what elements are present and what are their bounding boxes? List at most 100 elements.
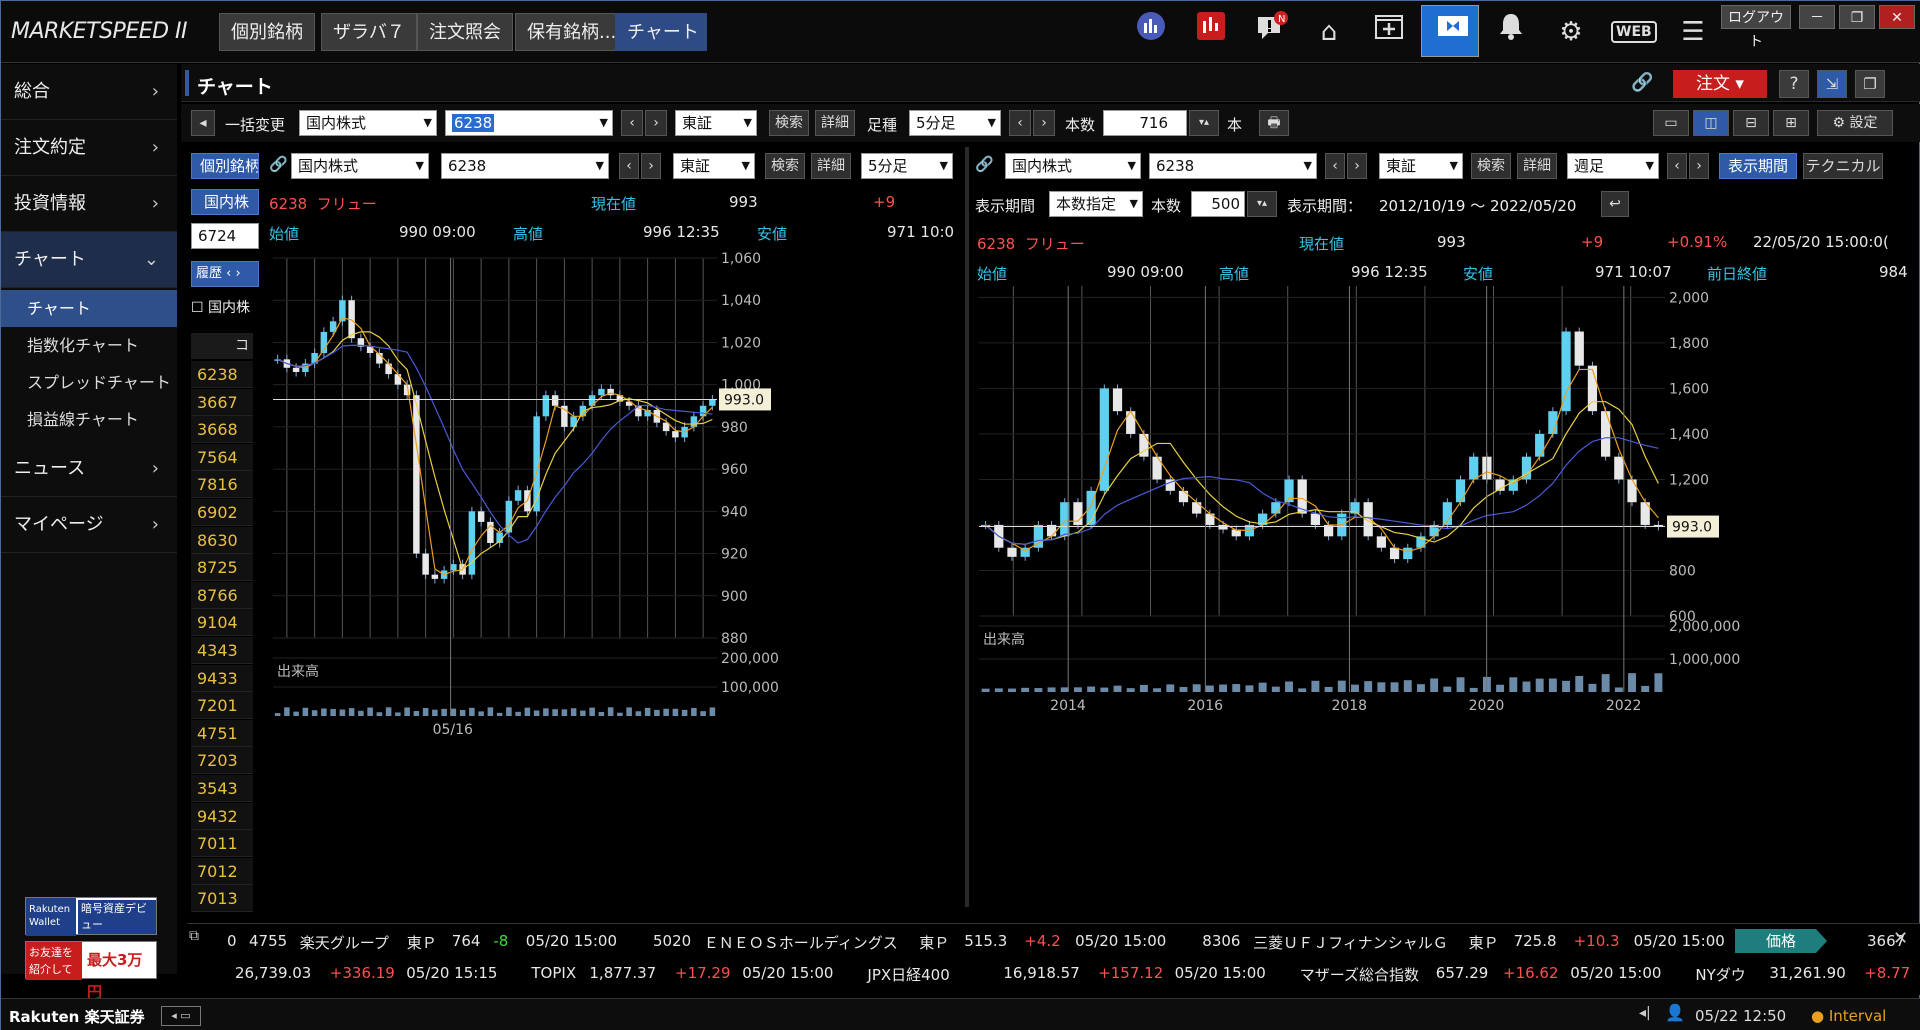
news-icon[interactable]: N xyxy=(1249,11,1293,53)
watch-list-item[interactable]: 8766 xyxy=(191,581,253,609)
home-icon[interactable]: ⌂ xyxy=(1307,11,1351,53)
right-detail-button[interactable]: 詳細 xyxy=(1517,153,1557,179)
watch-list-item[interactable]: 7011 xyxy=(191,830,253,858)
tab-individual-stock[interactable]: 個別銘柄 xyxy=(219,13,315,51)
next-icon[interactable]: › xyxy=(1689,153,1709,179)
right-search-button[interactable]: 検索 xyxy=(1471,153,1511,179)
sidebar-item-news[interactable]: ニュース › xyxy=(1,441,177,497)
watch-list-item[interactable]: 4751 xyxy=(191,719,253,747)
collapse-icon[interactable]: ◂ xyxy=(191,110,215,136)
technical-button[interactable]: テクニカル xyxy=(1803,153,1883,179)
market-select[interactable]: 国内株式 ▼ xyxy=(299,110,437,136)
tab-chart[interactable]: チャート xyxy=(615,13,707,51)
layout-split-h-icon[interactable]: ⊟ xyxy=(1733,110,1769,136)
period-button[interactable]: 表示期間 xyxy=(1719,153,1797,179)
settings-button[interactable]: ⚙ 設定 xyxy=(1817,110,1893,136)
code-input[interactable]: 6238 ▼ xyxy=(445,110,613,136)
market-icon[interactable] xyxy=(1129,11,1173,53)
referral-banner[interactable]: お友達を紹介して 最大3万円 xyxy=(25,941,157,1001)
watch-list-item[interactable]: 3543 xyxy=(191,775,253,802)
watch-list-item[interactable]: 3667 xyxy=(191,388,253,416)
help-button[interactable]: ? xyxy=(1779,70,1809,98)
watch-list-item[interactable]: 7012 xyxy=(191,857,253,885)
layout-single-icon[interactable]: ▭ xyxy=(1653,110,1689,136)
screen-icon[interactable] xyxy=(1421,5,1479,57)
left-code-input[interactable]: 6238 ▼ xyxy=(441,153,609,179)
count-input[interactable]: 716 xyxy=(1103,110,1187,136)
watch-list-item[interactable]: 7013 xyxy=(191,885,253,913)
next-icon[interactable]: › xyxy=(645,110,667,136)
watch-list-item[interactable]: 7564 xyxy=(191,443,253,471)
ticker-window-icon[interactable]: ⧉ xyxy=(189,928,199,944)
reset-icon[interactable]: ↩ xyxy=(1601,191,1629,217)
watch-list-item[interactable]: 4343 xyxy=(191,637,253,664)
right-code-input[interactable]: 6238 ▼ xyxy=(1149,153,1317,179)
history-button[interactable]: 履歴 ‹ › xyxy=(191,261,259,287)
watch-list-item[interactable]: 8725 xyxy=(191,554,253,582)
tab-order-inquiry[interactable]: 注文照会 xyxy=(417,13,513,51)
left-candlestick-chart[interactable]: 1,0601,0401,0201,00098096094092090088099… xyxy=(263,246,963,911)
period-count-input[interactable]: 500 xyxy=(1191,191,1245,217)
ranking-icon[interactable] xyxy=(1189,11,1233,53)
volume-icon[interactable]: ◂| xyxy=(1639,1005,1651,1021)
watch-list-item[interactable]: 7816 xyxy=(191,471,253,499)
status-toggle-icon[interactable]: ◂ ▭ xyxy=(161,1006,201,1026)
next-icon[interactable]: › xyxy=(641,153,661,179)
tab-zaraba[interactable]: ザラバ７ xyxy=(321,13,417,51)
close-button[interactable]: ✕ xyxy=(1879,5,1915,29)
next-icon[interactable]: › xyxy=(1347,153,1367,179)
popout-icon[interactable]: ⇲ xyxy=(1817,70,1847,98)
restore-button[interactable]: ❐ xyxy=(1839,5,1875,29)
next-icon[interactable]: › xyxy=(1033,110,1055,136)
watch-list-item[interactable]: 3668 xyxy=(191,416,253,444)
prev-icon[interactable]: ‹ xyxy=(621,110,643,136)
right-market-select[interactable]: 国内株式 ▼ xyxy=(1005,153,1141,179)
sidebar-sub-index-chart[interactable]: 指数化チャート xyxy=(1,327,177,364)
prev-icon[interactable]: ‹ xyxy=(1667,153,1687,179)
exchange-select[interactable]: 東証 ▼ xyxy=(675,110,757,136)
right-exchange-select[interactable]: 東証 ▼ xyxy=(1379,153,1463,179)
sidebar-sub-pl-chart[interactable]: 損益線チャート xyxy=(1,401,177,438)
link-icon[interactable]: 🔗 xyxy=(975,155,994,173)
right-candlestick-chart[interactable]: 2,0001,8001,6001,4001,2001,000800600993.… xyxy=(969,286,1920,911)
sidebar-item-summary[interactable]: 総合 › xyxy=(1,64,177,120)
interval-indicator[interactable]: ● Interval xyxy=(1811,1007,1886,1025)
count-stepper[interactable]: ▾▴ xyxy=(1189,110,1219,136)
sidebar-item-info[interactable]: 投資情報 › xyxy=(1,176,177,232)
watch-code-input[interactable]: 6724 xyxy=(191,223,259,249)
bell-icon[interactable] xyxy=(1489,11,1533,53)
order-button[interactable]: 注文 ▾ xyxy=(1673,70,1767,98)
watch-list-item[interactable]: 9433 xyxy=(191,664,253,692)
watch-list-item[interactable]: 9432 xyxy=(191,802,253,830)
layout-quad-icon[interactable]: ⊞ xyxy=(1773,110,1809,136)
period-mode-select[interactable]: 本数指定 ▼ xyxy=(1049,191,1143,217)
watch-list-item[interactable]: 7201 xyxy=(191,692,253,720)
price-tag[interactable]: 価格 xyxy=(1735,929,1827,953)
search-button[interactable]: 検索 xyxy=(769,110,809,136)
sidebar-item-mypage[interactable]: マイページ › xyxy=(1,497,177,553)
watch-list-item[interactable]: 8630 xyxy=(191,526,253,554)
detail-button[interactable]: 詳細 xyxy=(815,110,855,136)
logout-button[interactable]: ログアウト xyxy=(1721,5,1791,50)
ashi-select[interactable]: 5分足 ▼ xyxy=(909,110,1001,136)
link-icon[interactable]: 🔗 xyxy=(269,155,288,173)
settings-icon[interactable]: ⚙ xyxy=(1549,11,1593,53)
sidebar-item-orders[interactable]: 注文約定 › xyxy=(1,120,177,176)
prev-icon[interactable]: ‹ xyxy=(619,153,639,179)
link-icon[interactable]: 🔗 xyxy=(1631,72,1653,93)
web-icon[interactable]: WEB xyxy=(1611,11,1657,53)
window-icon[interactable]: ❐ xyxy=(1855,70,1885,98)
print-icon[interactable]: 🖶 xyxy=(1259,110,1289,136)
tab-holdings[interactable]: 保有銘柄... xyxy=(515,13,629,51)
left-search-button[interactable]: 検索 xyxy=(765,153,805,179)
sidebar-sub-chart[interactable]: チャート xyxy=(1,290,177,327)
watch-tab[interactable]: 個別銘柄 xyxy=(191,153,259,179)
add-window-icon[interactable] xyxy=(1367,11,1411,53)
watch-list-item[interactable]: 9104 xyxy=(191,609,253,637)
user-icon[interactable]: 👤 xyxy=(1665,1003,1685,1022)
left-ashi-select[interactable]: 5分足 ▼ xyxy=(861,153,953,179)
left-detail-button[interactable]: 詳細 xyxy=(811,153,851,179)
sidebar-item-chart[interactable]: チャート ⌄ xyxy=(1,232,177,288)
prev-icon[interactable]: ‹ xyxy=(1325,153,1345,179)
prev-icon[interactable]: ‹ xyxy=(1009,110,1031,136)
